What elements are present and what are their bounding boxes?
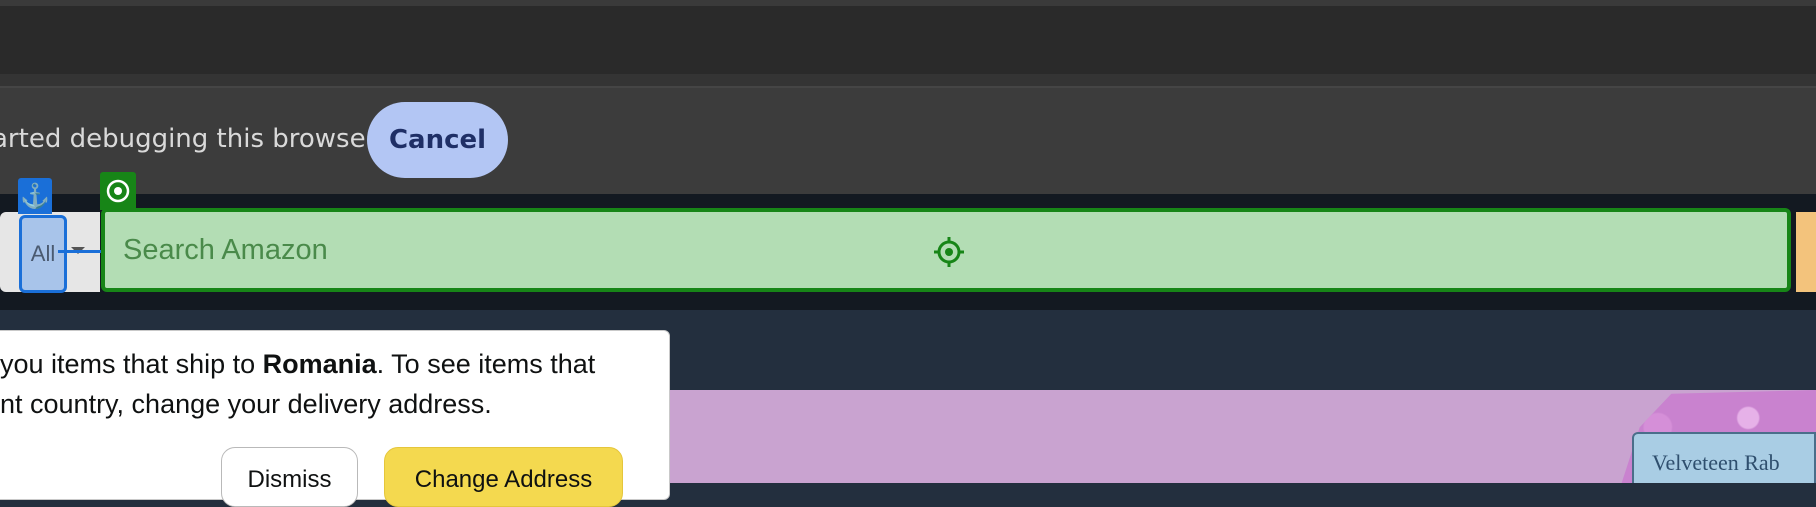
anchor-icon: ⚓ [18, 178, 52, 214]
crosshair-icon [934, 237, 964, 272]
toolbar-divider [0, 74, 1816, 86]
cancel-debugging-button[interactable]: Cancel [367, 102, 508, 178]
change-address-button[interactable]: Change Address [384, 447, 623, 507]
popover-message-line1: you items that ship to Romania. To see i… [0, 349, 595, 380]
annotation-connector [58, 250, 102, 253]
search-department-label[interactable]: All [19, 215, 67, 293]
search-submit-button[interactable] [1796, 212, 1816, 292]
search-placeholder: Search Amazon [123, 233, 328, 266]
popover-message-line2: nt country, change your delivery address… [0, 389, 492, 419]
popover-country: Romania [262, 349, 377, 379]
browser-tab-strip [0, 6, 1816, 74]
target-icon [100, 172, 136, 210]
book-title: Velveteen Rab [1652, 450, 1780, 475]
popover-prefix: you items that ship to [0, 349, 263, 379]
dismiss-button[interactable]: Dismiss [221, 447, 358, 507]
debugging-message: arted debugging this browser [0, 124, 377, 154]
popover-suffix: . To see items that [376, 349, 596, 379]
